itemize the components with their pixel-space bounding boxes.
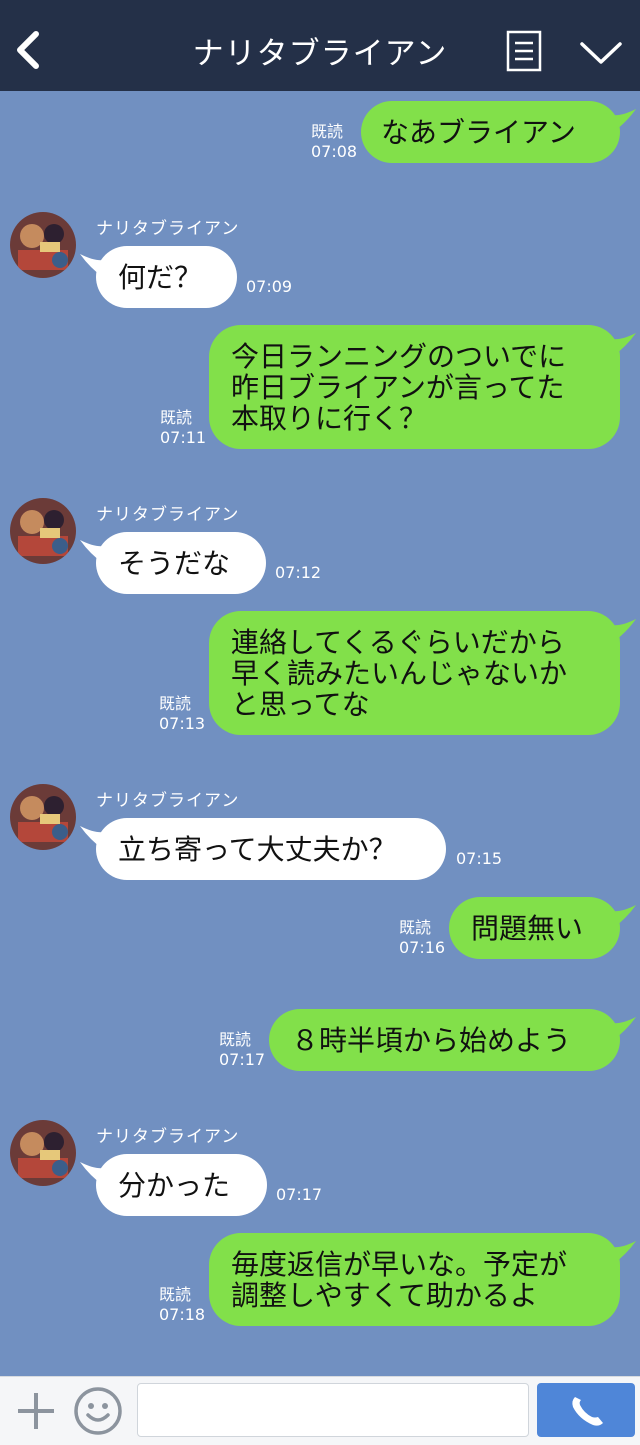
avatar-image [10, 212, 76, 278]
bubble-tail [606, 1241, 636, 1265]
message-bubble-sent[interactable]: ８時半頃から始めよう [269, 1009, 636, 1071]
bubble-tail [606, 619, 636, 643]
chevron-down-icon [580, 42, 622, 64]
message-bubble-received[interactable]: 立ち寄って大丈夫か？ [80, 818, 446, 880]
chevron-left-icon [17, 31, 39, 69]
avatar[interactable] [10, 212, 76, 278]
sender-name: ナリタブライアン [96, 219, 240, 239]
read-receipt: 既読 07:16 [399, 918, 446, 957]
read-receipt: 既読 07:17 [219, 1030, 266, 1069]
message-time: 07:12 [275, 563, 322, 582]
composer-bar [0, 1376, 640, 1445]
message-bubble-sent[interactable]: 今日ランニングのついでに 昨日ブライアンが言ってた 本取りに行く？ [209, 325, 636, 449]
collapse-button[interactable] [578, 38, 624, 68]
phone-icon [572, 1397, 603, 1426]
chat-title: ナリタブライアン [192, 36, 448, 72]
bubble-tail [606, 333, 636, 357]
avatar[interactable] [10, 1120, 76, 1186]
message-time: 07:15 [456, 849, 503, 868]
avatar-image [10, 1120, 76, 1186]
bubble-tail [80, 826, 110, 850]
message-bubble-received[interactable]: 分かった [80, 1154, 267, 1216]
emoji-button[interactable] [73, 1386, 123, 1436]
message-bubble-sent[interactable]: 問題無い [449, 897, 636, 959]
sender-name: ナリタブライアン [96, 791, 240, 811]
emoji-icon [74, 1387, 122, 1435]
message-input[interactable] [137, 1383, 529, 1437]
message-time: 07:09 [246, 277, 293, 296]
avatar[interactable] [10, 498, 76, 564]
bubble-tail [606, 109, 636, 133]
avatar-image [10, 784, 76, 850]
read-receipt: 既読 07:11 [160, 408, 207, 447]
read-receipt: 既読 07:08 [311, 122, 358, 161]
bubble-tail [80, 540, 110, 564]
sender-name: ナリタブライアン [96, 505, 240, 525]
add-attachment-button[interactable] [14, 1389, 58, 1433]
message-bubble-sent[interactable]: 連絡してくるぐらいだから 早く読みたいんじゃないか と思ってな [209, 611, 636, 735]
message-bubble-received[interactable]: そうだな [80, 532, 266, 594]
message-time: 07:17 [276, 1185, 323, 1204]
read-receipt: 既読 07:18 [159, 1285, 206, 1324]
menu-button[interactable] [506, 30, 542, 72]
message-bubble-sent[interactable]: なあブライアン [361, 101, 636, 163]
bubble-tail [80, 1162, 110, 1186]
bubble-tail [606, 1017, 636, 1041]
avatar[interactable] [10, 784, 76, 850]
list-icon [506, 30, 542, 72]
bubble-tail [606, 905, 636, 929]
plus-icon [18, 1393, 54, 1429]
read-receipt: 既読 07:13 [159, 694, 206, 733]
sender-name: ナリタブライアン [96, 1127, 240, 1147]
chat-header: ナリタブライアン [0, 0, 640, 91]
message-bubble-received[interactable]: 何だ？ [80, 246, 237, 308]
bubble-tail [80, 254, 110, 278]
avatar-image [10, 498, 76, 564]
message-bubble-sent[interactable]: 毎度返信が早いな。予定が 調整しやすくて助かるよ [209, 1233, 636, 1326]
back-button[interactable] [10, 26, 50, 74]
call-button[interactable] [537, 1383, 635, 1437]
